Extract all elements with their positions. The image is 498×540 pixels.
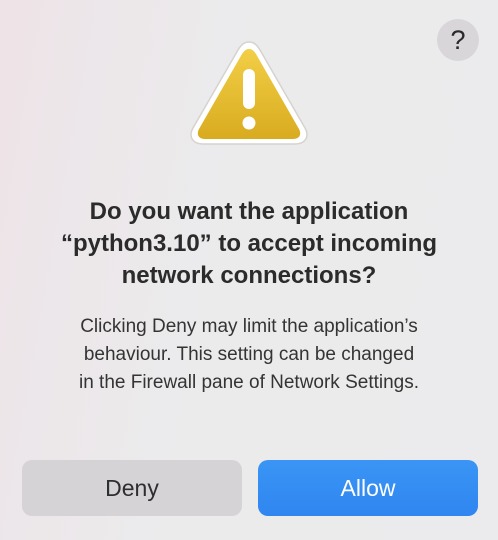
dialog-title: Do you want the application “python3.10”… xyxy=(20,196,478,292)
help-button[interactable]: ? xyxy=(437,19,479,61)
message-line: in the Firewall pane of Network Settings… xyxy=(78,372,420,393)
allow-button[interactable]: Allow xyxy=(258,460,478,516)
question-mark-icon: ? xyxy=(450,25,466,55)
firewall-alert-dialog: ? Do you want the application “python3.1… xyxy=(0,0,498,540)
message-line: behaviour. This setting can be changed xyxy=(83,344,415,365)
title-line: Do you want the application xyxy=(89,198,409,225)
message-line: Clicking Deny may limit the application’… xyxy=(80,316,418,337)
dialog-message: Clicking Deny may limit the application’… xyxy=(14,313,484,397)
title-line: network connections? xyxy=(121,262,377,289)
title-line: “python3.10” to accept incoming xyxy=(60,230,438,257)
warning-triangle-icon xyxy=(190,41,308,145)
deny-button[interactable]: Deny xyxy=(22,460,242,516)
